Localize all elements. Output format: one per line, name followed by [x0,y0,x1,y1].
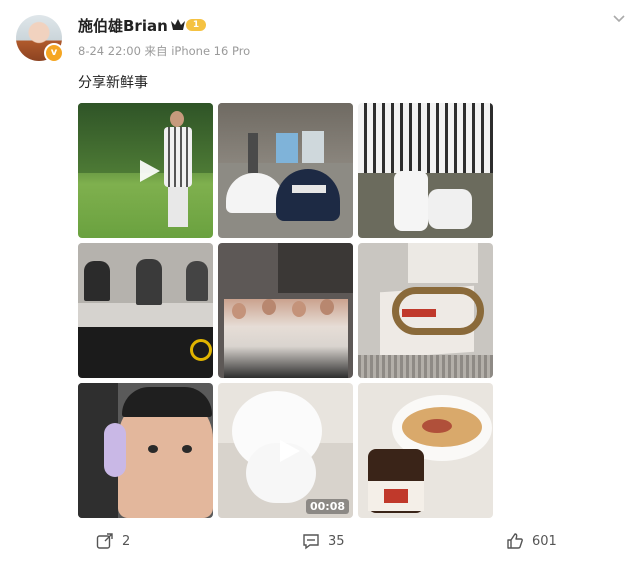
repost-button[interactable]: 2 [96,527,130,555]
photo-thumbnail[interactable] [78,103,213,238]
repost-count: 2 [122,533,131,549]
image-grid: 00:08 [78,103,494,519]
play-icon[interactable] [139,159,160,182]
photo-thumbnail[interactable] [358,383,493,518]
post-text: 分享新鲜事 [78,75,148,91]
play-icon[interactable] [279,439,300,462]
photo-thumbnail[interactable] [218,103,353,238]
thumbs-up-icon [507,533,523,549]
photo-thumbnail[interactable] [78,243,213,378]
post-actions: 2 35 601 [0,527,640,557]
repost-icon [96,533,113,549]
user-name[interactable]: 施伯雄Brian [78,15,168,36]
chevron-down-icon[interactable] [612,12,626,26]
level-badge: 1 [186,19,206,31]
comment-count: 35 [328,533,345,549]
photo-thumbnail[interactable] [78,383,213,518]
photo-thumbnail[interactable]: 00:08 [218,383,353,518]
like-button[interactable]: 601 [506,527,557,555]
photo-thumbnail[interactable] [218,243,353,378]
photo-thumbnail[interactable] [358,103,493,238]
comment-button[interactable]: 35 [302,527,345,555]
verified-badge-icon: v [44,43,64,63]
video-duration: 00:08 [305,499,349,514]
photo-thumbnail[interactable] [358,243,493,378]
post-meta: 8-24 22:00 来自 iPhone 16 Pro [78,44,251,58]
comment-icon [303,534,319,550]
crown-icon [171,19,185,30]
avatar[interactable]: v [16,15,64,63]
like-count: 601 [532,533,557,549]
